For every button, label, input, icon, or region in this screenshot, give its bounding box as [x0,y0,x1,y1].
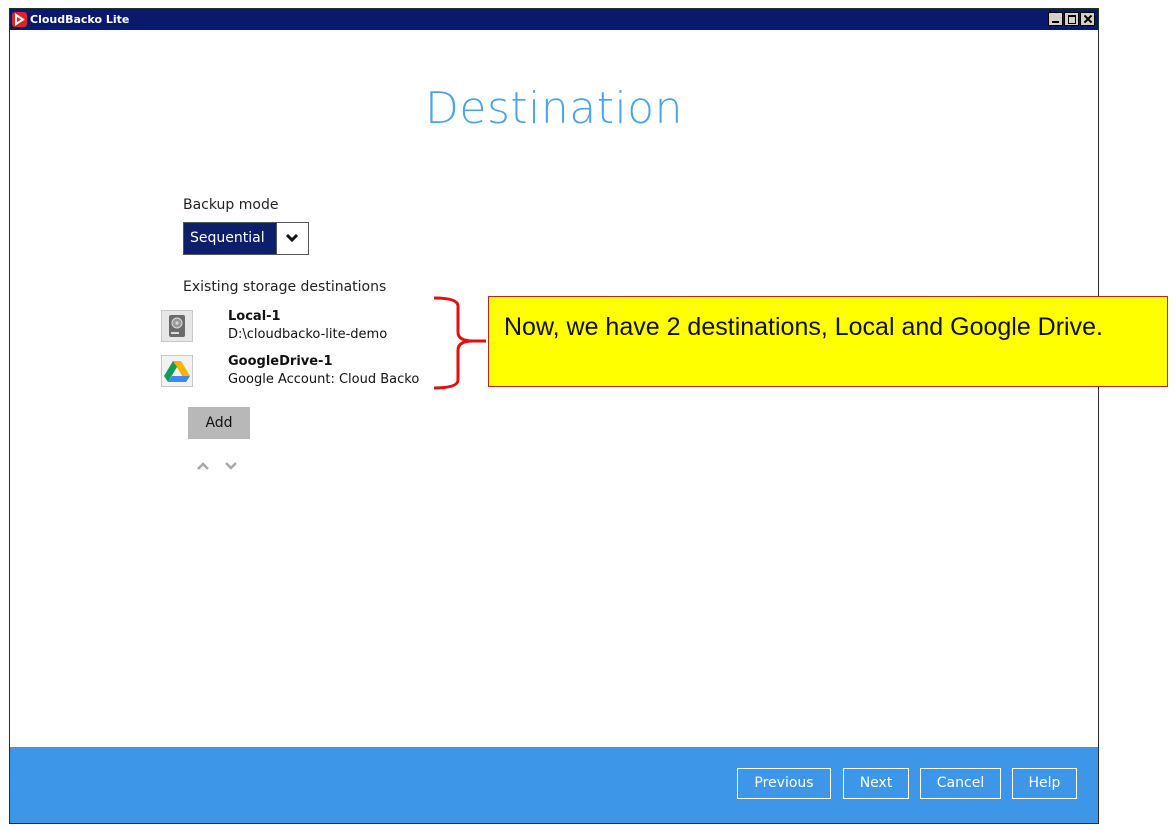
cancel-button[interactable]: Cancel [920,768,1001,799]
next-button[interactable]: Next [843,768,909,799]
existing-destinations-label: Existing storage destinations [183,279,387,295]
window-title: CloudBacko Lite [30,13,130,26]
reorder-controls [196,456,238,475]
destination-item-googledrive[interactable]: GoogleDrive-1 Google Account: Cloud Back… [161,354,461,390]
destination-account: Google Account: Cloud Backo [228,372,420,387]
backup-mode-value: Sequential [190,230,265,246]
destination-item-local[interactable]: Local-1 D:\cloudbacko-lite-demo [161,309,461,345]
backup-mode-label: Backup mode [183,197,279,213]
footer-bar: Previous Next Cancel Help [10,747,1098,823]
page-title: Destination [425,83,683,134]
help-button[interactable]: Help [1012,768,1077,799]
curly-brace-icon [433,296,486,390]
app-window: CloudBacko Lite Destination Backup mode … [9,8,1099,824]
maximize-icon[interactable] [1064,12,1079,26]
backup-mode-select[interactable]: Sequential [183,222,309,255]
add-destination-button[interactable]: Add [188,407,250,439]
annotation-callout: Now, we have 2 destinations, Local and G… [488,296,1168,387]
chevron-down-icon[interactable] [276,223,308,254]
google-drive-icon [161,355,193,387]
destination-name: Local-1 [228,309,281,324]
minimize-icon[interactable] [1048,12,1063,26]
title-bar: CloudBacko Lite [10,9,1098,30]
previous-button[interactable]: Previous [737,768,831,799]
move-up-icon[interactable] [196,456,210,475]
window-controls [1048,12,1095,26]
hard-drive-icon [161,310,193,342]
move-down-icon[interactable] [224,456,238,475]
close-icon[interactable] [1080,12,1095,26]
cloudbacko-logo-icon [12,12,27,27]
destination-path: D:\cloudbacko-lite-demo [228,327,388,342]
destination-name: GoogleDrive-1 [228,354,333,369]
